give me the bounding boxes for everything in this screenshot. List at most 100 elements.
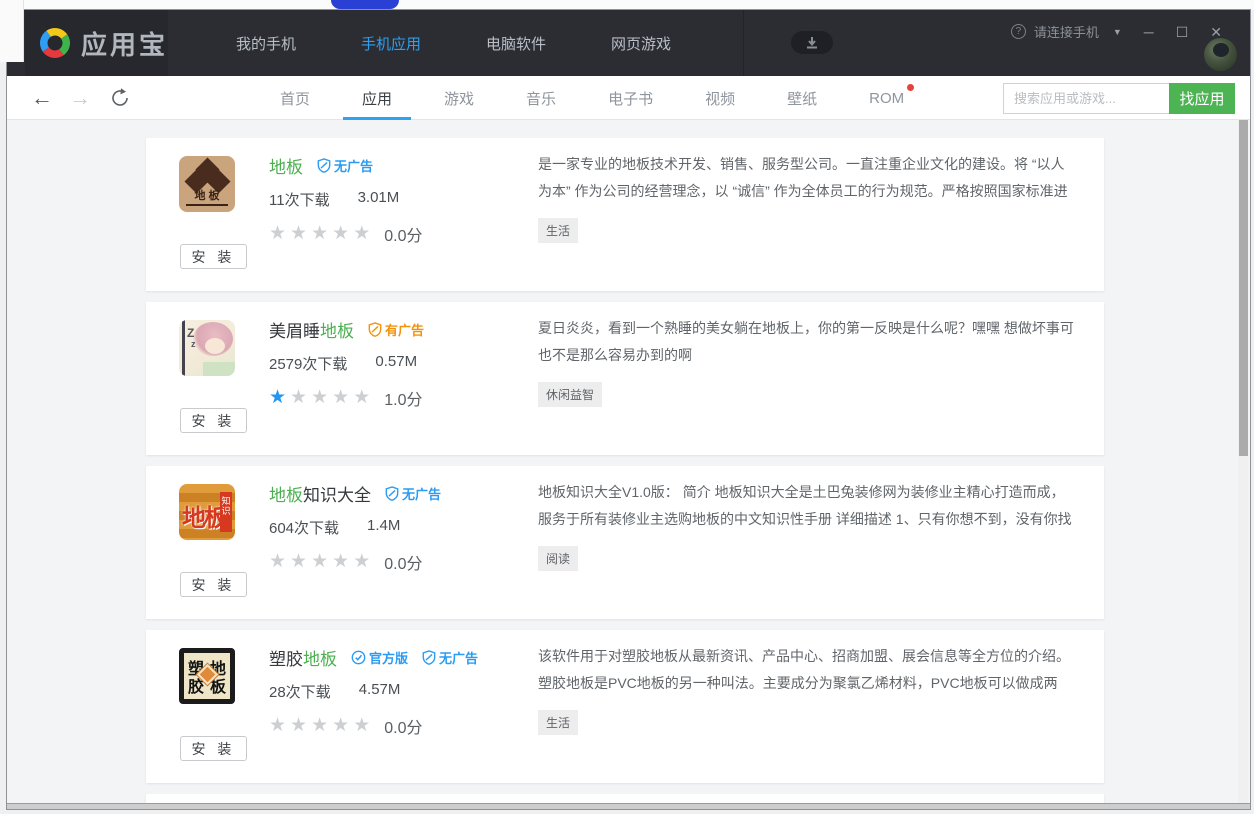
app-title[interactable]: 塑胶地板 (269, 645, 337, 670)
app-info: 塑胶地板 官方版 无广告 28次下载 4.57M ★★★★★ (269, 644, 539, 738)
no-ad-badge: 无广告 (385, 484, 441, 503)
history-controls: ← → (31, 76, 131, 120)
icon-label: z (191, 339, 196, 349)
app-size: 1.4M (367, 517, 400, 538)
download-count: 28次下载 (269, 681, 331, 702)
minimize-button[interactable]: ─ (1144, 25, 1154, 39)
star-rating: ★★★★★ (269, 715, 374, 737)
search-input[interactable] (1003, 83, 1169, 114)
app-card-diban: 地 板 安 装 地板 无广告 11次下载 3.01M ★★★★★ 0.0分 (146, 138, 1104, 291)
star-empty-icon: ★ (353, 715, 374, 736)
category-subnav: 首页 应用 游戏 音乐 电子书 视频 壁纸 ROM (276, 76, 952, 120)
connect-phone-hint: 请连接手机 (1034, 22, 1099, 41)
tab-rom[interactable]: ROM (865, 76, 908, 120)
star-rating: ★★★★★ (269, 551, 374, 573)
refresh-icon[interactable] (109, 87, 131, 109)
install-button[interactable]: 安 装 (180, 244, 247, 269)
app-icon-floor-knowledge[interactable]: 地板 知识 (179, 484, 235, 540)
category-tag[interactable]: 阅读 (538, 546, 578, 571)
star-empty-icon: ★ (290, 715, 311, 736)
app-description: 夏日炎炎，看到一个熟睡的美女躺在地板上，你的第一反映是什么呢？嘿嘿 想做坏事可也… (538, 315, 1078, 369)
download-arrow-icon (805, 37, 819, 49)
no-ad-badge: 无广告 (422, 648, 478, 667)
chevron-down-icon[interactable]: ▼ (1113, 27, 1122, 37)
maximize-button[interactable]: ☐ (1176, 25, 1189, 39)
badge-label: 无广告 (402, 484, 441, 503)
search-button[interactable]: 找应用 (1169, 83, 1235, 114)
nav-item-mobile-apps[interactable]: 手机应用 (361, 33, 421, 54)
nav-item-web-games[interactable]: 网页游戏 (611, 33, 671, 54)
star-empty-icon: ★ (290, 223, 311, 244)
vertical-scrollbar-thumb[interactable] (1239, 120, 1248, 456)
app-info: 地板 无广告 11次下载 3.01M ★★★★★ 0.0分 (269, 152, 539, 246)
notification-dot (907, 84, 914, 91)
app-title-keyword: 地板 (269, 486, 303, 505)
app-icon-sleeping-girl[interactable]: Z z (179, 320, 235, 376)
badge-label: 无广告 (439, 648, 478, 667)
shield-icon (317, 158, 331, 173)
app-card-meimei-shui-diban: Z z 安 装 美眉睡地板 有广告 2579次下载 0.57M ★★★★★ (146, 302, 1104, 455)
no-ad-badge: 无广告 (317, 156, 373, 175)
user-avatar[interactable] (1204, 38, 1237, 71)
window-bottom-edge (7, 803, 1250, 809)
star-empty-icon: ★ (311, 387, 332, 408)
star-empty-icon: ★ (290, 387, 311, 408)
star-empty-icon: ★ (269, 551, 290, 572)
app-title-keyword: 地板 (269, 158, 303, 177)
app-description-column: 是一家专业的地板技术开发、销售、服务型公司。一直注重企业文化的建设。将 “以人为… (538, 151, 1078, 243)
category-tag[interactable]: 休闲益智 (538, 382, 602, 407)
icon-ribbon-label: 知识 (220, 492, 232, 532)
titlebar: 应用宝 我的手机 手机应用 电脑软件 网页游戏 ? 请连接手机 ▼ ─ ☐ ✕ (7, 10, 1250, 76)
background-window-fragment (331, 0, 399, 9)
badge-label: 官方版 (369, 648, 408, 667)
secondary-toolbar: ← → 首页 应用 游戏 音乐 电子书 视频 壁纸 ROM 找应用 (7, 76, 1250, 120)
app-window: 应用宝 我的手机 手机应用 电脑软件 网页游戏 ? 请连接手机 ▼ ─ ☐ ✕ … (6, 9, 1251, 810)
nav-item-pc-software[interactable]: 电脑软件 (486, 33, 546, 54)
star-empty-icon: ★ (332, 551, 353, 572)
nav-item-my-phone[interactable]: 我的手机 (236, 33, 296, 54)
category-tag[interactable]: 生活 (538, 218, 578, 243)
app-icon-plastic-floor[interactable]: 塑 地 胶 板 (179, 648, 235, 704)
tab-home[interactable]: 首页 (276, 76, 314, 120)
app-size: 4.57M (359, 681, 401, 702)
titlebar-divider (743, 10, 744, 76)
category-tag[interactable]: 生活 (538, 710, 578, 735)
app-info: 美眉睡地板 有广告 2579次下载 0.57M ★★★★★ 1.0分 (269, 316, 539, 410)
app-description-column: 夏日炎炎，看到一个熟睡的美女躺在地板上，你的第一反映是什么呢？嘿嘿 想做坏事可也… (538, 315, 1078, 407)
shield-icon (385, 486, 399, 501)
brand-name: 应用宝 (81, 25, 168, 62)
app-icon-diban[interactable]: 地 板 (179, 156, 235, 212)
tab-games[interactable]: 游戏 (440, 76, 478, 120)
help-icon[interactable]: ? (1011, 24, 1026, 39)
app-size: 3.01M (358, 189, 400, 210)
vertical-scrollbar-track[interactable] (1238, 120, 1248, 803)
star-empty-icon: ★ (353, 223, 374, 244)
star-empty-icon: ★ (311, 551, 332, 572)
rating-score: 1.0分 (384, 386, 422, 410)
download-manager-button[interactable] (791, 31, 833, 54)
tab-wallpaper[interactable]: 壁纸 (783, 76, 821, 120)
appstore-pinwheel-logo-icon (37, 25, 73, 61)
icon-label: Z (187, 326, 194, 340)
forward-icon[interactable]: → (69, 87, 91, 109)
install-button[interactable]: 安 装 (180, 408, 247, 433)
rating-score: 0.0分 (384, 714, 422, 738)
tab-apps[interactable]: 应用 (358, 76, 396, 120)
app-description: 该软件用于对塑胶地板从最新资讯、产品中心、招商加盟、展会信息等全方位的介绍。 塑… (538, 643, 1078, 697)
app-description-column: 地板知识大全V1.0版： 简介 地板知识大全是土巴兔装修网为装修业主精心打造而成… (538, 479, 1078, 571)
tab-video[interactable]: 视频 (701, 76, 739, 120)
app-title[interactable]: 地板知识大全 (269, 481, 371, 506)
app-title[interactable]: 美眉睡地板 (269, 317, 354, 342)
install-button[interactable]: 安 装 (180, 736, 247, 761)
app-title[interactable]: 地板 (269, 153, 303, 178)
tab-music[interactable]: 音乐 (522, 76, 560, 120)
star-empty-icon: ★ (290, 551, 311, 572)
app-list: 地 板 安 装 地板 无广告 11次下载 3.01M ★★★★★ 0.0分 (7, 120, 1250, 803)
app-card-sujiao-diban: 塑 地 胶 板 安 装 塑胶地板 官方版 无广告 (146, 630, 1104, 783)
close-button[interactable]: ✕ (1210, 25, 1222, 39)
background-window-corner (0, 0, 24, 62)
app-info: 地板知识大全 无广告 604次下载 1.4M ★★★★★ 0.0分 (269, 480, 539, 574)
tab-ebooks[interactable]: 电子书 (604, 76, 657, 120)
install-button[interactable]: 安 装 (180, 572, 247, 597)
back-icon[interactable]: ← (31, 87, 53, 109)
